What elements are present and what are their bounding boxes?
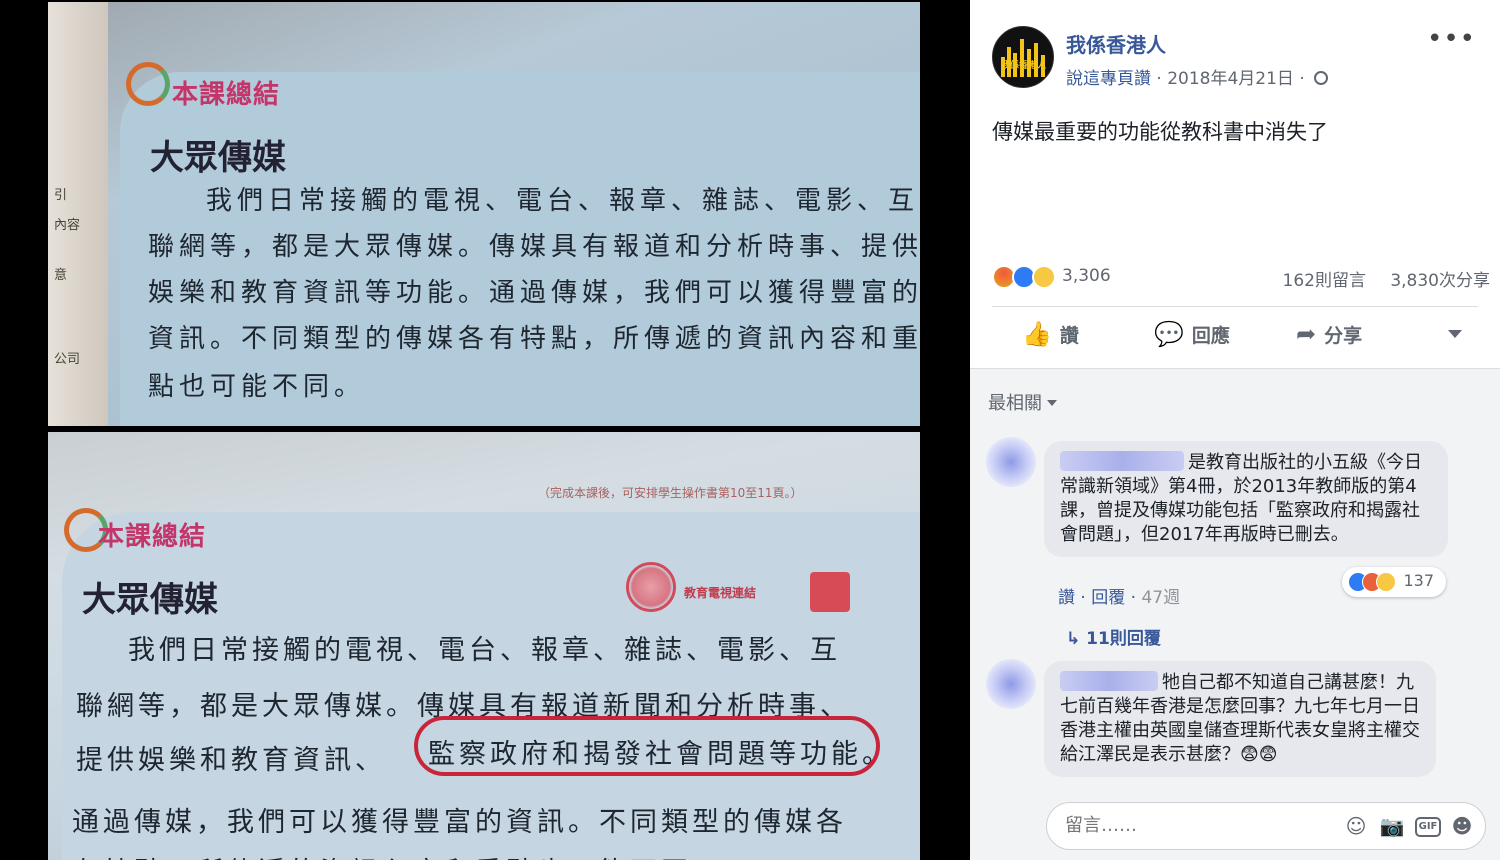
globe-icon: [1314, 71, 1329, 85]
commenter-avatar[interactable]: [986, 437, 1036, 487]
like-button[interactable]: 👍 讚: [1022, 320, 1079, 348]
book-heading: 大眾傳媒: [82, 580, 218, 620]
divider: [992, 306, 1478, 307]
page-avatar[interactable]: 我係香港人: [992, 26, 1054, 88]
post-meta: 說這專頁讚 · 2018年4月21日 ·: [1066, 64, 1329, 89]
reaction-summary: 3,306 162則留言 3,830次分享: [992, 262, 1490, 296]
spine-label: 意: [54, 268, 68, 283]
comment-input[interactable]: [1065, 815, 1305, 836]
seal-icon: [626, 562, 676, 612]
post-message: 傳媒最重要的功能從教科書中消失了: [992, 120, 1328, 144]
comment-composer[interactable]: ☺ 📷 GIF ☻: [1046, 802, 1486, 850]
replies-count: 11則回覆: [1086, 629, 1161, 649]
textbook-photo-2013: 引 內容 意 公司 本課總結 大眾傳媒 我們日常接觸的電視、電台、報章、雜誌、電…: [48, 2, 920, 426]
meta-separator: ·: [1125, 588, 1142, 608]
comment-reply-link[interactable]: 回覆: [1091, 588, 1125, 608]
meta-separator: ·: [1156, 69, 1168, 89]
lesson-summary-badge: 本課總結: [172, 80, 281, 110]
comments-section: 最相關 是教育出版社的小五級《今日常識新領域》第4冊，於2013年教師版的第4課…: [970, 369, 1500, 860]
chevron-down-icon: [1047, 400, 1057, 406]
book-line: 我們日常接觸的電視、電台、報章、雜誌、電影、互: [206, 186, 920, 216]
avatar-label: 我係香港人: [1001, 61, 1047, 71]
post-action-bar: 👍 讚 💬 回應 ➦ 分享: [992, 310, 1478, 366]
lesson-swirl-icon: [126, 62, 170, 106]
comment-reactions[interactable]: 137: [1342, 567, 1446, 597]
comment-bubble: 是教育出版社的小五級《今日常識新領域》第4冊，於2013年教師版的第4課，曾提及…: [1044, 441, 1448, 557]
comment-reaction-count: 137: [1403, 571, 1434, 590]
post-header: 我係香港人 我係香港人 說這專頁讚 · 2018年4月21日 · •••: [970, 0, 1500, 100]
thumbs-up-icon: 👍: [1022, 320, 1052, 348]
red-stamp-icon: [810, 572, 850, 612]
textbook-photo-2017: （完成本課後，可安排學生操作書第10至11頁。） 本課總結 教育電視連結 大眾傳…: [48, 432, 920, 860]
comment-button[interactable]: 💬 回應: [1154, 320, 1230, 348]
sad-reaction-icon[interactable]: [1032, 265, 1056, 289]
book-line: 我們日常接觸的電視、電台、報章、雜誌、電影、互: [128, 635, 841, 666]
like-page-link[interactable]: 說這專頁讚: [1066, 69, 1151, 89]
share-arrow-icon: ➦: [1296, 320, 1317, 348]
gif-icon[interactable]: GIF: [1415, 817, 1441, 837]
sad-reaction-icon: [1376, 572, 1396, 592]
book-line: 通過傳媒，我們可以獲得豐富的資訊。不同類型的傳媒各: [72, 807, 847, 838]
post-photo[interactable]: 引 內容 意 公司 本課總結 大眾傳媒 我們日常接觸的電視、電台、報章、雜誌、電…: [0, 0, 970, 860]
like-button-label: 讚: [1059, 324, 1079, 347]
comment-bubble: 牠自己都不知道自己講甚麼！九七前百幾年香港是怎麼回事？九七年七月一日香港主權由英…: [1044, 661, 1436, 777]
chevron-down-icon[interactable]: [1448, 330, 1462, 338]
seal-label: 教育電視連結: [684, 586, 757, 600]
comment-meta: 讚 · 回覆 · 47週: [1058, 583, 1180, 608]
camera-icon[interactable]: 📷: [1379, 814, 1405, 840]
book-heading: 大眾傳媒: [150, 138, 286, 178]
emoji-icon[interactable]: ☺: [1343, 814, 1369, 840]
meta-separator: ·: [1299, 69, 1311, 89]
spine-label: 引: [54, 188, 68, 203]
post-date[interactable]: 2018年4月21日: [1167, 69, 1294, 89]
more-options-icon[interactable]: •••: [1427, 24, 1476, 54]
red-highlight-circle: [414, 716, 880, 776]
reaction-count[interactable]: 3,306: [1062, 266, 1111, 286]
adjacent-book-spine: 引 內容 意 公司: [48, 2, 108, 426]
page-name-link[interactable]: 我係香港人: [1066, 29, 1166, 58]
share-button[interactable]: ➦ 分享: [1296, 320, 1362, 348]
view-replies-link[interactable]: ↳ 11則回覆: [1066, 624, 1161, 649]
comment-button-label: 回應: [1191, 324, 1230, 347]
share-button-label: 分享: [1324, 324, 1363, 347]
book-note: （完成本課後，可安排學生操作書第10至11頁。）: [538, 486, 803, 500]
book-line: 聯網等，都是大眾傳媒。傳媒具有報道和分析時事、提供: [148, 232, 920, 262]
book-line: 資訊。不同類型的傳媒各有特點，所傳遞的資訊內容和重: [148, 324, 920, 354]
shares-count[interactable]: 3,830次分享: [1390, 266, 1490, 291]
comment-like-link[interactable]: 讚: [1058, 588, 1075, 608]
speech-bubble-icon: 💬: [1154, 320, 1184, 348]
facebook-post-card: 我係香港人 我係香港人 說這專頁讚 · 2018年4月21日 · ••• 傳媒最…: [970, 0, 1500, 860]
lesson-summary-badge: 本課總結: [98, 522, 207, 552]
comment-time[interactable]: 47週: [1141, 588, 1180, 608]
commenter-name-blurred[interactable]: [1060, 671, 1158, 691]
sort-label: 最相關: [988, 393, 1042, 414]
comments-count[interactable]: 162則留言: [1283, 266, 1366, 291]
commenter-avatar[interactable]: [986, 659, 1036, 709]
book-line: 娛樂和教育資訊等功能。通過傳媒，我們可以獲得豐富的: [148, 278, 920, 308]
book-line: 點也可能不同。: [148, 372, 366, 402]
reply-arrow-icon: ↳: [1066, 629, 1087, 649]
sticker-icon[interactable]: ☻: [1449, 814, 1475, 840]
meta-separator: ·: [1075, 588, 1092, 608]
commenter-name-blurred[interactable]: [1060, 451, 1184, 471]
book-line: 提供娛樂和教育資訊、: [76, 745, 386, 776]
book-line: 有特點，所傳遞的資訊內容和重點也可能不同。: [72, 850, 723, 860]
spine-label: 公司: [54, 352, 81, 367]
comment-sort-toggle[interactable]: 最相關: [988, 389, 1057, 415]
spine-label: 內容: [54, 218, 81, 233]
